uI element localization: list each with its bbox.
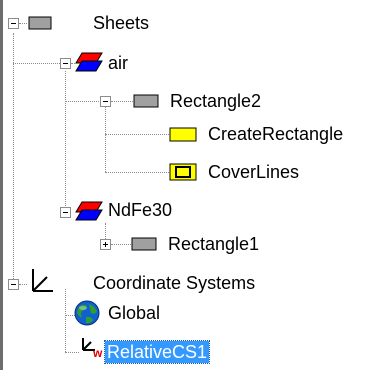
material-layers-icon [75, 52, 103, 72]
collapse-toggle[interactable] [60, 207, 71, 218]
yellow-rectangle-icon [169, 127, 197, 142]
tree-item-sheets[interactable]: Sheets [91, 12, 151, 34]
tree-item-ndfe30[interactable]: NdFe30 [106, 199, 174, 221]
tree-line [13, 63, 60, 64]
tree-item-coordinate-systems[interactable]: Coordinate Systems [91, 272, 257, 294]
tree-line [111, 244, 131, 245]
tree-line [65, 352, 79, 353]
svg-text:w: w [92, 346, 103, 358]
material-layers-icon [75, 201, 103, 221]
gray-rectangle-icon [28, 16, 52, 30]
tree-item-createrectangle[interactable]: CreateRectangle [206, 123, 345, 145]
cover-lines-icon [169, 163, 197, 181]
tree-item-rectangle1[interactable]: Rectangle1 [166, 233, 261, 255]
axes-icon [32, 269, 53, 292]
tree-item-global[interactable]: Global [106, 302, 162, 324]
tree-line [105, 172, 169, 173]
tree-line [65, 101, 99, 102]
tree-item-coverlines[interactable]: CoverLines [206, 161, 301, 183]
tree-item-air[interactable]: air [106, 52, 130, 74]
tree-line [111, 101, 133, 102]
tree-line [65, 289, 66, 352]
collapse-toggle[interactable] [100, 96, 111, 107]
panel-border [0, 0, 3, 370]
gray-rectangle-icon [133, 94, 159, 108]
tree-line [19, 284, 27, 285]
gray-rectangle-icon [131, 237, 157, 251]
tree-item-relativecs1[interactable]: RelativeCS1 [103, 340, 211, 364]
tree-line [105, 107, 106, 172]
relative-cs-icon: w [82, 338, 103, 358]
tree-line [13, 33, 14, 285]
tree-line [105, 134, 169, 135]
collapse-toggle[interactable] [60, 58, 71, 69]
globe-icon [74, 300, 100, 326]
tree-line [65, 71, 66, 212]
expand-toggle[interactable] [100, 239, 111, 250]
object-tree: Sheets air Rectangle2 CreateRectangle Co… [0, 0, 386, 370]
tree-item-rectangle2[interactable]: Rectangle2 [168, 90, 263, 112]
tree-line [19, 23, 27, 24]
collapse-toggle[interactable] [8, 18, 19, 29]
collapse-toggle[interactable] [8, 279, 19, 290]
